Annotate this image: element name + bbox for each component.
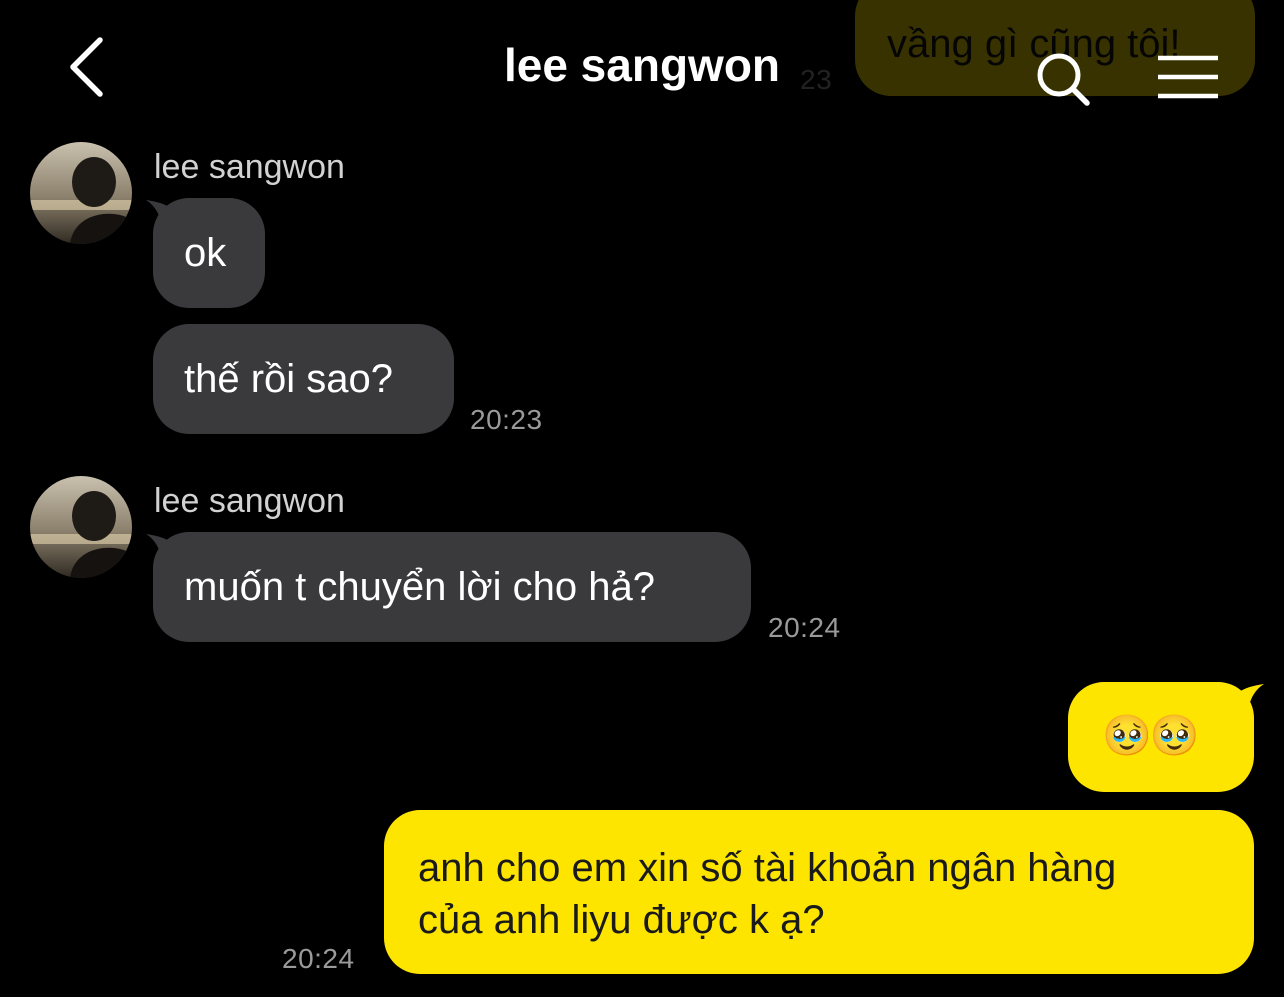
menu-button[interactable] — [1156, 54, 1220, 102]
message-bubble[interactable]: ok — [153, 198, 265, 308]
message-text: thế rồi sao? — [184, 357, 394, 401]
chat-screen: vầng gì cũng tôi! 23 lee sangwon lee san… — [0, 0, 1284, 997]
message-bubble[interactable]: 🥹🥹 — [1068, 682, 1254, 792]
sender-name: lee sangwon — [154, 482, 345, 520]
message-time: 20:24 — [282, 943, 355, 974]
profile-photo — [30, 476, 132, 578]
sender-name: lee sangwon — [154, 148, 345, 186]
profile-photo — [30, 142, 132, 244]
message-text: muốn t chuyển lời cho hả? — [184, 565, 655, 609]
avatar[interactable] — [30, 142, 132, 244]
message-bubble[interactable]: muốn t chuyển lời cho hả? — [153, 532, 751, 642]
chat-header: lee sangwon — [0, 0, 1284, 135]
message-text-line: của anh liyu được k ạ? — [418, 898, 825, 942]
search-button[interactable] — [1034, 50, 1094, 110]
avatar[interactable] — [30, 476, 132, 578]
message-bubble[interactable]: thế rồi sao? — [153, 324, 454, 434]
message-time: 20:24 — [768, 612, 841, 643]
message-bubble[interactable]: anh cho em xin số tài khoản ngân hàng củ… — [384, 810, 1254, 974]
message-text: ok — [184, 231, 227, 275]
emoji-message: 🥹🥹 — [1102, 714, 1200, 758]
message-time: 20:23 — [470, 404, 543, 435]
message-text-line: anh cho em xin số tài khoản ngân hàng — [418, 846, 1117, 890]
hamburger-menu-icon — [1158, 55, 1218, 99]
search-icon — [1037, 53, 1090, 106]
